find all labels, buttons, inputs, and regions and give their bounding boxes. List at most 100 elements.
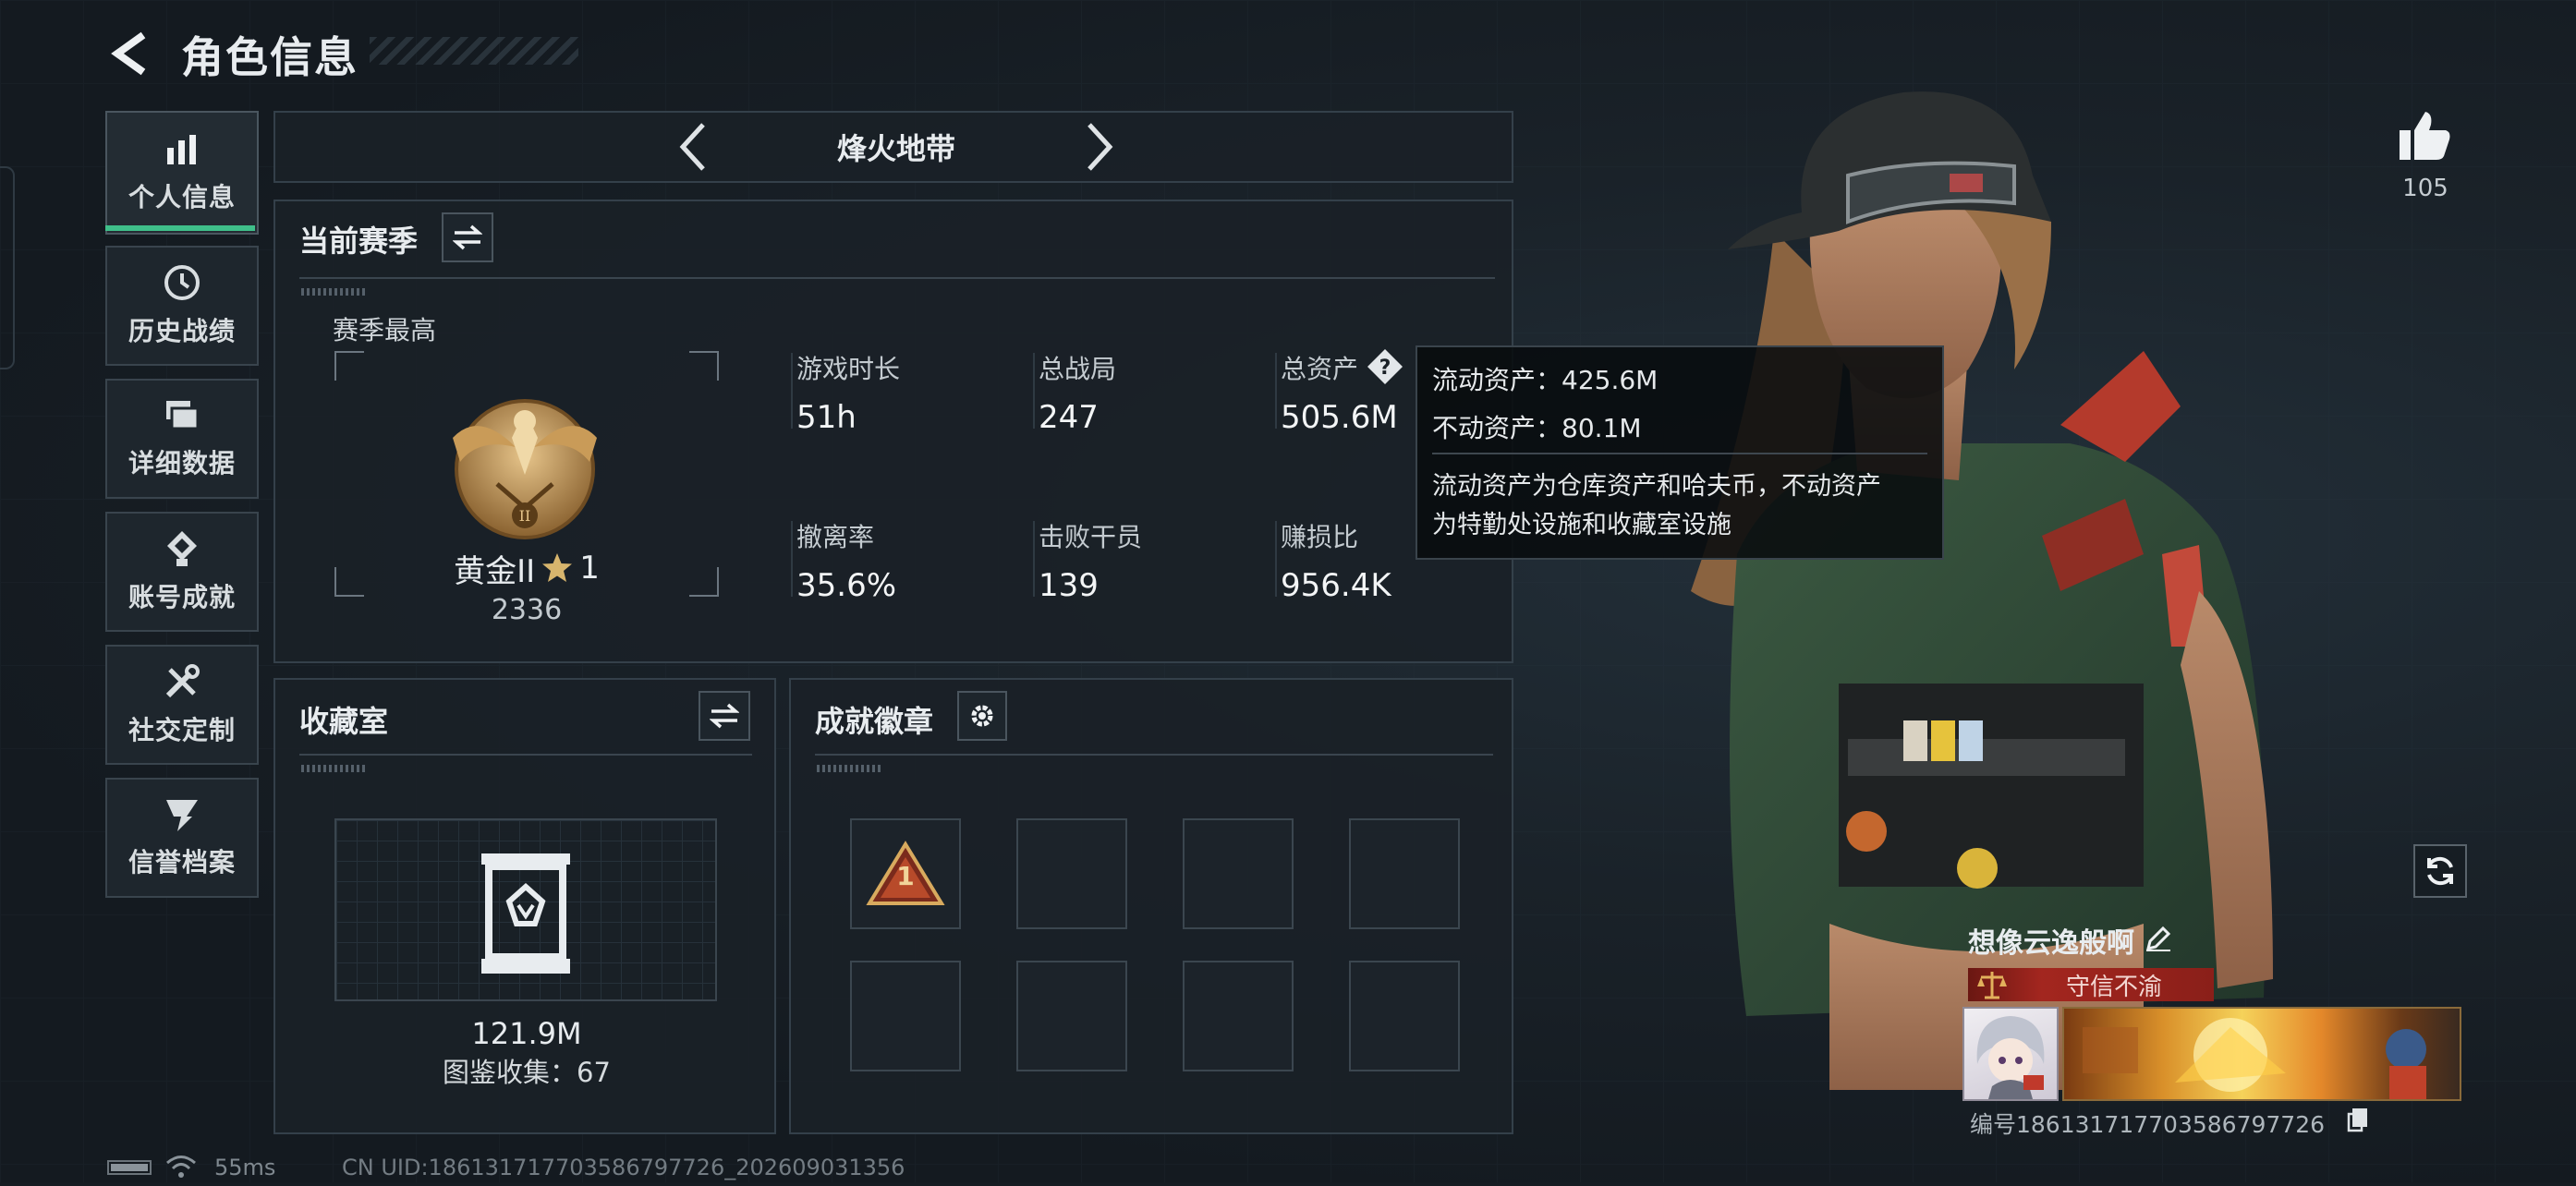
stat-label: 撤离率 bbox=[796, 522, 875, 552]
nav-personal-info[interactable]: 个人信息 bbox=[105, 111, 259, 235]
divider-decoration bbox=[817, 765, 881, 772]
reputation-title: 守信不渝 bbox=[2065, 973, 2162, 1001]
season-best-label: 赛季最高 bbox=[333, 315, 437, 345]
reputation-badge-icon bbox=[1974, 966, 2011, 1003]
collection-room-button[interactable] bbox=[468, 846, 584, 983]
player-avatar[interactable] bbox=[1962, 1007, 2059, 1101]
wifi-icon bbox=[164, 1153, 198, 1180]
frame-corner bbox=[689, 567, 719, 597]
back-arrow-icon bbox=[111, 31, 146, 76]
nav-detail-data[interactable]: 详细数据 bbox=[105, 379, 259, 499]
rotate-view-button[interactable] bbox=[2413, 844, 2467, 898]
help-icon: ? bbox=[1367, 349, 1403, 384]
stat-value: 51h bbox=[796, 399, 857, 436]
edit-name-button[interactable] bbox=[2140, 920, 2177, 957]
nav-social-custom[interactable]: 社交定制 bbox=[105, 645, 259, 765]
battery-level bbox=[111, 1164, 148, 1171]
gold-rank-emblem-icon: II bbox=[453, 399, 597, 539]
rank-stars: 1 bbox=[579, 550, 600, 587]
nav-label: 个人信息 bbox=[128, 182, 236, 212]
nav-label: 历史战绩 bbox=[128, 316, 236, 346]
nav-active-indicator bbox=[105, 225, 255, 231]
title-decoration bbox=[370, 37, 578, 65]
badge-slot[interactable] bbox=[1016, 961, 1127, 1071]
stat-separator bbox=[1033, 353, 1035, 429]
display-case-icon bbox=[481, 853, 570, 974]
stat-operators-defeated: 击败干员 139 bbox=[1039, 517, 1142, 604]
frame-corner bbox=[334, 567, 364, 597]
stat-separator bbox=[791, 353, 793, 429]
stat-separator bbox=[1275, 521, 1277, 597]
rank-score: 2336 bbox=[491, 593, 563, 626]
stat-separator bbox=[1275, 353, 1277, 429]
stat-value: 956.4K bbox=[1281, 567, 1391, 604]
divider bbox=[299, 277, 1495, 279]
assets-help-button[interactable]: ? bbox=[1366, 347, 1404, 386]
gear-icon bbox=[971, 705, 993, 727]
scale-icon bbox=[1977, 972, 2007, 999]
tooltip-desc-line1: 流动资产为仓库资产和哈夫币，不动资产 bbox=[1432, 472, 1881, 501]
stat-separator bbox=[1033, 521, 1035, 597]
nav-reputation[interactable]: 信誉档案 bbox=[105, 778, 259, 898]
badge-slot[interactable] bbox=[1016, 818, 1127, 929]
refresh-icon bbox=[2427, 856, 2453, 886]
mode-prev-button[interactable] bbox=[665, 116, 721, 177]
tools-icon bbox=[165, 664, 200, 698]
stat-playtime: 游戏时长 51h bbox=[796, 349, 900, 436]
badge-slot[interactable] bbox=[1183, 961, 1294, 1071]
stat-value: 247 bbox=[1039, 399, 1099, 436]
swap-icon bbox=[710, 703, 739, 729]
player-banner[interactable] bbox=[2062, 1007, 2461, 1101]
badge-slot[interactable] bbox=[1183, 818, 1294, 929]
season-switch-button[interactable] bbox=[442, 212, 493, 262]
mode-label: 烽火地带 bbox=[836, 131, 955, 166]
assets-tooltip: 流动资产：425.6M 不动资产：80.1M 流动资产为仓库资产和哈夫币，不动资… bbox=[1416, 345, 1944, 560]
stat-label: 游戏时长 bbox=[796, 354, 901, 384]
badge-slot[interactable] bbox=[1349, 961, 1460, 1071]
stat-total-matches: 总战局 247 bbox=[1039, 349, 1116, 436]
rank-name: 黄金II bbox=[454, 552, 536, 590]
divider bbox=[815, 754, 1493, 756]
stat-value: 139 bbox=[1039, 567, 1099, 604]
rank-name-row: 黄金II 1 bbox=[407, 545, 647, 591]
medal-icon bbox=[167, 531, 197, 566]
tooltip-divider bbox=[1432, 453, 1927, 454]
badge-slot[interactable]: 1 bbox=[850, 818, 961, 929]
wifi-signal-icon bbox=[166, 1156, 196, 1178]
files-icon bbox=[166, 401, 200, 430]
badge-number: 1 bbox=[896, 860, 915, 891]
copy-id-button[interactable] bbox=[2345, 1105, 2371, 1134]
rank-emblem: II bbox=[442, 373, 608, 543]
like-count: 105 bbox=[2402, 175, 2448, 202]
svg-text:II: II bbox=[519, 507, 531, 525]
reputation-icon bbox=[166, 800, 198, 831]
swap-icon bbox=[453, 224, 482, 250]
back-button[interactable] bbox=[103, 26, 155, 81]
chevron-left-icon bbox=[679, 123, 705, 171]
banner-artwork bbox=[2083, 1018, 2426, 1099]
stat-extraction-rate: 撤离率 35.6% bbox=[796, 517, 896, 604]
bar-chart-icon bbox=[167, 135, 196, 164]
thumbs-up-icon bbox=[2400, 112, 2450, 160]
ping-value: 55ms bbox=[214, 1155, 276, 1180]
svg-text:?: ? bbox=[1379, 357, 1391, 380]
collection-switch-button[interactable] bbox=[699, 691, 750, 741]
tooltip-desc-line2: 为特勤处设施和收藏室设施 bbox=[1432, 511, 1732, 539]
stat-value: 505.6M bbox=[1281, 399, 1398, 436]
mode-next-button[interactable] bbox=[1072, 116, 1127, 177]
badge-slot[interactable] bbox=[850, 961, 961, 1071]
collection-catalog: 图鉴收集：67 bbox=[443, 1057, 611, 1088]
nav-history[interactable]: 历史战绩 bbox=[105, 246, 259, 366]
clock-icon bbox=[164, 265, 200, 300]
achievements-settings-button[interactable] bbox=[957, 691, 1007, 741]
like-button[interactable] bbox=[2388, 103, 2461, 168]
nav-achievements[interactable]: 账号成就 bbox=[105, 512, 259, 632]
stat-label: 击败干员 bbox=[1039, 522, 1143, 552]
season-title: 当前赛季 bbox=[299, 224, 419, 259]
star-icon bbox=[542, 553, 573, 582]
badge-slot[interactable] bbox=[1349, 818, 1460, 929]
player-name: 想像云逸般啊 bbox=[1968, 927, 2134, 960]
stat-value: 35.6% bbox=[796, 567, 897, 604]
page-title: 角色信息 bbox=[181, 32, 358, 82]
stat-profit-loss-ratio: 赚损比 956.4K bbox=[1281, 517, 1391, 604]
